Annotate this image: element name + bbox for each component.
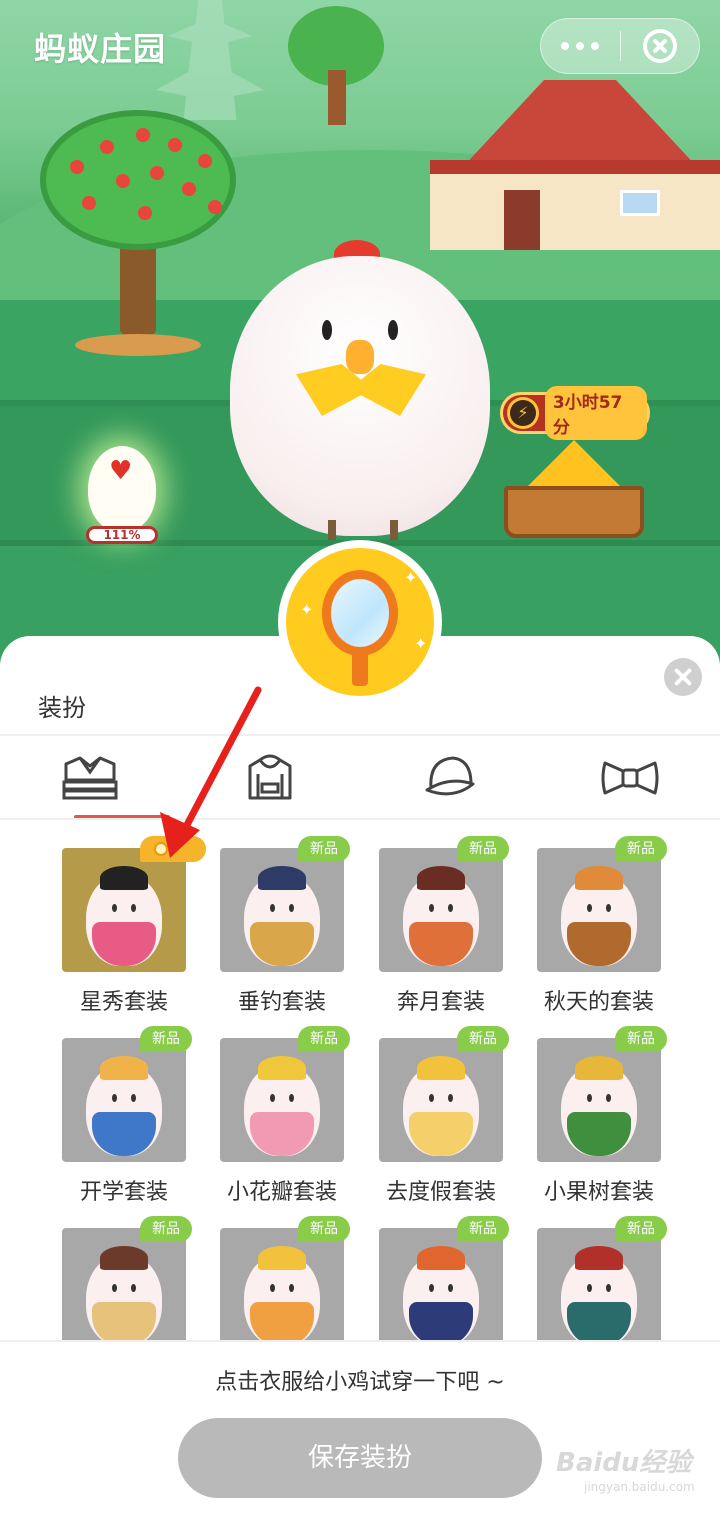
outfit-item[interactable]: 新品 奔月套装 xyxy=(379,836,509,1016)
sheet-close-button[interactable] xyxy=(664,658,702,696)
outfit-thumbnail[interactable] xyxy=(62,848,186,972)
watermark-logo: Baidu经验 xyxy=(556,1448,692,1478)
outfit-thumbnail[interactable] xyxy=(537,1038,661,1162)
new-badge: 新品 xyxy=(615,836,667,862)
save-outfit-button[interactable]: 保存装扮 xyxy=(178,1418,542,1498)
outfit-thumbnail[interactable] xyxy=(537,1228,661,1340)
chicken[interactable] xyxy=(230,240,490,540)
new-badge: 新品 xyxy=(140,1026,192,1052)
feed-bowl[interactable] xyxy=(504,440,644,540)
outfit-item[interactable]: 星秀套装 xyxy=(62,836,206,1016)
try-on-hint: 点击衣服给小鸡试穿一下吧 ~ xyxy=(215,1370,505,1395)
outfit-thumbnail[interactable] xyxy=(62,1228,186,1340)
outfit-label: 秋天的套装 xyxy=(543,990,654,1015)
sheet-title: 装扮 xyxy=(38,694,86,722)
pagoda-silhouette xyxy=(156,0,264,120)
app-title: 蚂蚁庄园 xyxy=(34,30,167,68)
outfit-label: 去度假套装 xyxy=(385,1180,496,1205)
mirror-button[interactable]: ✦ ✦ ✦ xyxy=(278,540,442,704)
new-badge: 新品 xyxy=(615,1216,667,1242)
new-badge: 新品 xyxy=(298,1216,350,1242)
stopwatch-icon: ⚡ xyxy=(507,397,539,429)
farm-house xyxy=(430,80,720,250)
outfit-label: 星秀套装 xyxy=(79,990,168,1015)
bowtie-icon xyxy=(601,761,659,795)
new-badge: 新品 xyxy=(457,836,509,862)
new-badge: 新品 xyxy=(298,1026,350,1052)
coin-badge-icon xyxy=(140,836,206,862)
mini-program-capsule xyxy=(540,18,700,74)
outfit-label: 奔月套装 xyxy=(396,990,485,1015)
outfit-grid: 星秀套装 新品 垂钓套装 新品 奔月套装 新品 秋天的套装 新品 开学套装 新品… xyxy=(0,836,720,1340)
outfit-thumbnail[interactable] xyxy=(220,1228,344,1340)
outfit-thumbnail[interactable] xyxy=(62,1038,186,1162)
apple-tree[interactable] xyxy=(40,110,240,360)
outfit-thumbnail[interactable] xyxy=(220,1038,344,1162)
watermark-url: jingyan.baidu.com xyxy=(584,1480,695,1494)
new-badge: 新品 xyxy=(457,1026,509,1052)
outfit-item[interactable]: 新品 秋天的套装 xyxy=(537,836,667,1016)
timer-text: 3小时57分 xyxy=(544,386,647,440)
tab-top[interactable] xyxy=(180,738,360,818)
close-app-button[interactable] xyxy=(621,19,700,73)
outfit-item[interactable]: 新品 xyxy=(537,1216,667,1340)
heart-icon: ♥ xyxy=(109,456,133,486)
egg-progress[interactable]: ♥ 111% xyxy=(52,440,192,550)
close-icon xyxy=(642,29,677,63)
new-badge: 新品 xyxy=(615,1026,667,1052)
outfit-item[interactable]: 新品 xyxy=(379,1216,509,1340)
more-button[interactable] xyxy=(541,19,620,73)
outfit-item[interactable]: 新品 xyxy=(220,1216,350,1340)
outfit-item[interactable]: 新品 小果树套装 xyxy=(537,1026,667,1206)
tab-bow[interactable] xyxy=(540,738,720,818)
outfit-label: 小果树套装 xyxy=(543,1180,654,1205)
mirror-icon: ✦ ✦ ✦ xyxy=(286,548,434,696)
cap-icon xyxy=(425,756,475,796)
outfit-item[interactable]: 新品 小花瓣套装 xyxy=(220,1026,350,1206)
outfit-thumbnail[interactable] xyxy=(537,848,661,972)
outfit-label: 垂钓套装 xyxy=(237,990,326,1015)
feed-timer[interactable]: ⚡ 3小时57分 xyxy=(500,386,650,440)
outfit-thumbnail[interactable] xyxy=(379,1038,503,1162)
outfit-item[interactable]: 新品 开学套装 xyxy=(62,1026,192,1206)
tab-outfit[interactable] xyxy=(0,738,180,819)
small-tree xyxy=(288,0,388,130)
footer-bar: 点击衣服给小鸡试穿一下吧 ~ 保存装扮 Baidu经验 jingyan.baid… xyxy=(0,1340,720,1516)
outfit-thumbnail[interactable] xyxy=(220,848,344,972)
new-badge: 新品 xyxy=(457,1216,509,1242)
outfit-thumbnail[interactable] xyxy=(379,1228,503,1340)
outfit-item[interactable]: 新品 垂钓套装 xyxy=(220,836,350,1016)
outfit-thumbnail[interactable] xyxy=(379,848,503,972)
egg-progress-label: 111% xyxy=(86,526,158,544)
tab-hat[interactable] xyxy=(360,738,540,818)
outfit-item[interactable]: 新品 xyxy=(62,1216,192,1340)
shirt-stack-icon xyxy=(62,756,118,800)
outfit-label: 小花瓣套装 xyxy=(226,1180,337,1205)
new-badge: 新品 xyxy=(298,836,350,862)
category-tabs xyxy=(0,738,720,819)
hoodie-icon xyxy=(248,754,292,800)
new-badge: 新品 xyxy=(140,1216,192,1242)
dirt-mound xyxy=(75,334,201,356)
outfit-item[interactable]: 新品 去度假套装 xyxy=(379,1026,509,1206)
outfit-label: 开学套装 xyxy=(79,1180,168,1205)
